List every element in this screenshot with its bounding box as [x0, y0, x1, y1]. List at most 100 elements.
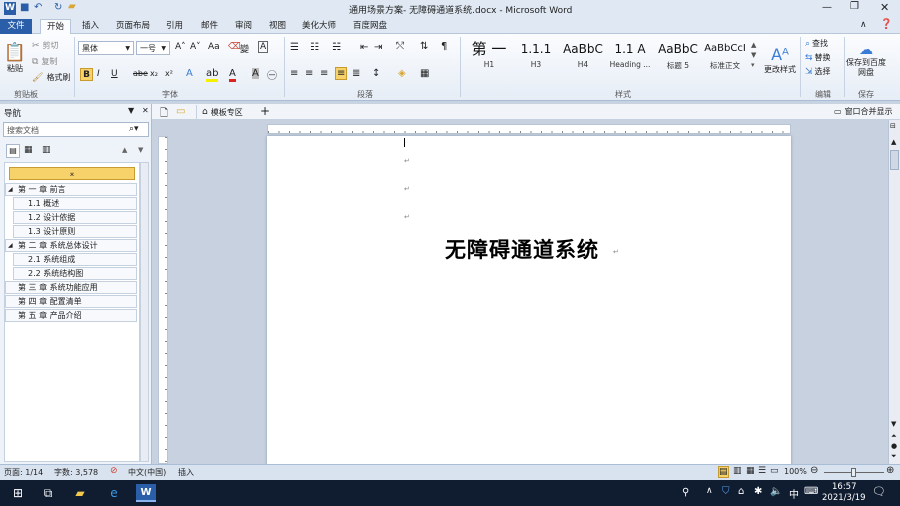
borders-icon[interactable]: ▦: [420, 68, 429, 79]
prev-page-icon[interactable]: ⏶: [891, 432, 897, 441]
chinese-layout-icon[interactable]: ⤲: [396, 41, 404, 52]
nav-search-box[interactable]: 搜索文档 ⌕▾: [3, 122, 149, 137]
clear-format-icon[interactable]: ⌫: [228, 42, 241, 52]
align-right-icon[interactable]: ≡: [320, 68, 328, 79]
nav-item-1-1[interactable]: 1.1 概述: [13, 197, 137, 210]
ruler-toggle-icon[interactable]: ⊟: [890, 122, 896, 130]
vertical-ruler[interactable]: [158, 136, 168, 464]
tab-home[interactable]: 开始: [40, 19, 72, 35]
maximize-icon[interactable]: ❐: [850, 1, 859, 12]
tray-chevron-icon[interactable]: ∧: [706, 486, 713, 496]
superscript-icon[interactable]: x²: [165, 69, 173, 78]
phonetic-guide-icon[interactable]: 變: [240, 42, 249, 55]
nav-menu-icon[interactable]: ▼: [128, 106, 134, 115]
windows-start-icon[interactable]: ⊞: [8, 484, 28, 502]
style-title-5[interactable]: AaBbC 标题 5: [655, 38, 701, 76]
word-count[interactable]: 字数: 3,578: [54, 467, 98, 478]
zoom-level[interactable]: 100%: [784, 467, 807, 476]
language-indicator[interactable]: 中文(中国): [128, 467, 166, 478]
prev-heading-icon[interactable]: ▲: [122, 146, 127, 154]
minimize-icon[interactable]: —: [822, 2, 832, 13]
line-spacing-icon[interactable]: ↕: [372, 68, 380, 79]
tab-file[interactable]: 文件: [0, 19, 32, 34]
zoom-out-icon[interactable]: ⊖: [810, 465, 818, 476]
nav-item-2-1[interactable]: 2.1 系统组成: [13, 253, 137, 266]
style-h3[interactable]: 1.1.1 H3: [513, 38, 559, 76]
clock-time[interactable]: 16:57: [832, 482, 857, 492]
show-marks-icon[interactable]: ¶: [441, 41, 447, 52]
pages-view-icon[interactable]: ▦: [24, 145, 33, 155]
subscript-icon[interactable]: x₂: [150, 69, 158, 78]
input-method-indicator[interactable]: 中: [789, 486, 799, 501]
page-count[interactable]: 页面: 1/14: [4, 467, 43, 478]
char-border-icon[interactable]: A: [258, 41, 269, 53]
change-styles-button[interactable]: Aᴬ 更改样式: [762, 38, 798, 82]
styles-scroll-icon[interactable]: ▲ ▼ ▾: [751, 40, 756, 70]
increase-indent-icon[interactable]: ⇥: [374, 42, 382, 53]
browse-object-icon[interactable]: ●: [891, 442, 897, 450]
copy-button[interactable]: ⧉ 复制: [32, 56, 57, 67]
headings-view-icon[interactable]: ▤: [6, 144, 20, 158]
sort-icon[interactable]: ⇅: [420, 41, 428, 52]
template-zone-tab[interactable]: ⌂ 模板专区: [196, 105, 243, 119]
add-tab-icon[interactable]: +: [260, 104, 270, 118]
undo-icon[interactable]: ↶: [34, 2, 42, 13]
next-page-icon[interactable]: ⏷: [891, 452, 897, 461]
change-case-icon[interactable]: Aa: [208, 42, 220, 52]
select-button[interactable]: ⇲ 选择: [805, 66, 831, 77]
redo-icon[interactable]: ↻: [54, 2, 62, 13]
font-color-icon[interactable]: A: [229, 68, 236, 82]
nav-item-chapter-4[interactable]: 第 四 章 配置清单: [5, 295, 137, 308]
scroll-up-icon[interactable]: ▲: [891, 138, 896, 146]
tab-mailings[interactable]: 邮件: [195, 19, 224, 34]
font-family-select[interactable]: 黑体 ▼: [78, 41, 134, 55]
keyboard-icon[interactable]: ⌨: [804, 486, 818, 497]
bluetooth-icon[interactable]: ✱: [754, 486, 762, 497]
notification-icon[interactable]: 🗨: [872, 485, 886, 498]
vertical-scrollbar[interactable]: ⊟ ▲ ▼ ⏶ ● ⏷: [888, 120, 900, 464]
justify-icon[interactable]: ≡: [335, 67, 348, 80]
scroll-thumb[interactable]: [890, 150, 899, 170]
tab-references[interactable]: 引用: [160, 19, 189, 34]
replace-button[interactable]: ⇆ 替换: [805, 52, 831, 63]
underline-icon[interactable]: U: [111, 69, 118, 79]
nav-close-icon[interactable]: ✕: [142, 106, 149, 115]
save-icon[interactable]: ■: [20, 2, 29, 13]
outline-view-icon[interactable]: ☰: [758, 466, 766, 476]
save-to-baidu-button[interactable]: ☁ 保存到百度网盘: [846, 38, 886, 82]
word-taskbar-icon[interactable]: W: [136, 484, 156, 502]
tab-baidu-netdisk[interactable]: 百度网盘: [347, 19, 393, 34]
proofing-icon[interactable]: ⊘: [110, 466, 118, 476]
highlight-icon[interactable]: ab: [206, 68, 219, 82]
minimize-ribbon-icon[interactable]: ∧: [860, 20, 867, 30]
cut-button[interactable]: ✂ 剪切: [32, 40, 59, 51]
zoom-in-icon[interactable]: ⊕: [886, 465, 894, 476]
folder-icon[interactable]: ▭: [176, 106, 185, 117]
italic-icon[interactable]: I: [97, 69, 100, 79]
person-icon[interactable]: ⚲: [682, 487, 689, 498]
nav-item-chapter-5[interactable]: 第 五 章 产品介绍: [5, 309, 137, 322]
window-merge-button[interactable]: ▭ 窗口合并显示: [834, 106, 893, 117]
security-icon[interactable]: ⛉: [722, 486, 730, 497]
paste-button[interactable]: 📋 粘贴: [4, 38, 26, 78]
nav-collapse-bar[interactable]: ⌅: [9, 167, 135, 180]
zoom-slider[interactable]: [824, 468, 884, 477]
next-heading-icon[interactable]: ▼: [138, 146, 143, 154]
tab-review[interactable]: 审阅: [229, 19, 258, 34]
print-layout-icon[interactable]: ▤: [718, 466, 729, 478]
style-standard-body[interactable]: AaBbCcI 标准正文: [702, 38, 748, 76]
shrink-font-icon[interactable]: A˅: [190, 42, 201, 52]
reading-view-icon[interactable]: ▥: [733, 466, 742, 476]
help-icon[interactable]: ❓: [880, 19, 892, 30]
file-explorer-icon[interactable]: ▰: [70, 484, 90, 502]
task-view-icon[interactable]: ⧉: [38, 484, 58, 502]
edge-browser-icon[interactable]: e: [104, 484, 124, 502]
tab-page-layout[interactable]: 页面布局: [110, 19, 156, 34]
close-icon[interactable]: ✕: [880, 1, 889, 14]
volume-icon[interactable]: 🔈: [770, 486, 782, 497]
nav-item-1-3[interactable]: 1.3 设计原则: [13, 225, 137, 238]
open-folder-icon[interactable]: ▰: [68, 1, 76, 12]
align-left-icon[interactable]: ≡: [290, 68, 298, 79]
zoom-slider-thumb[interactable]: [851, 468, 856, 477]
nav-item-chapter-1[interactable]: ◢ 第 一 章 前言: [5, 183, 137, 196]
